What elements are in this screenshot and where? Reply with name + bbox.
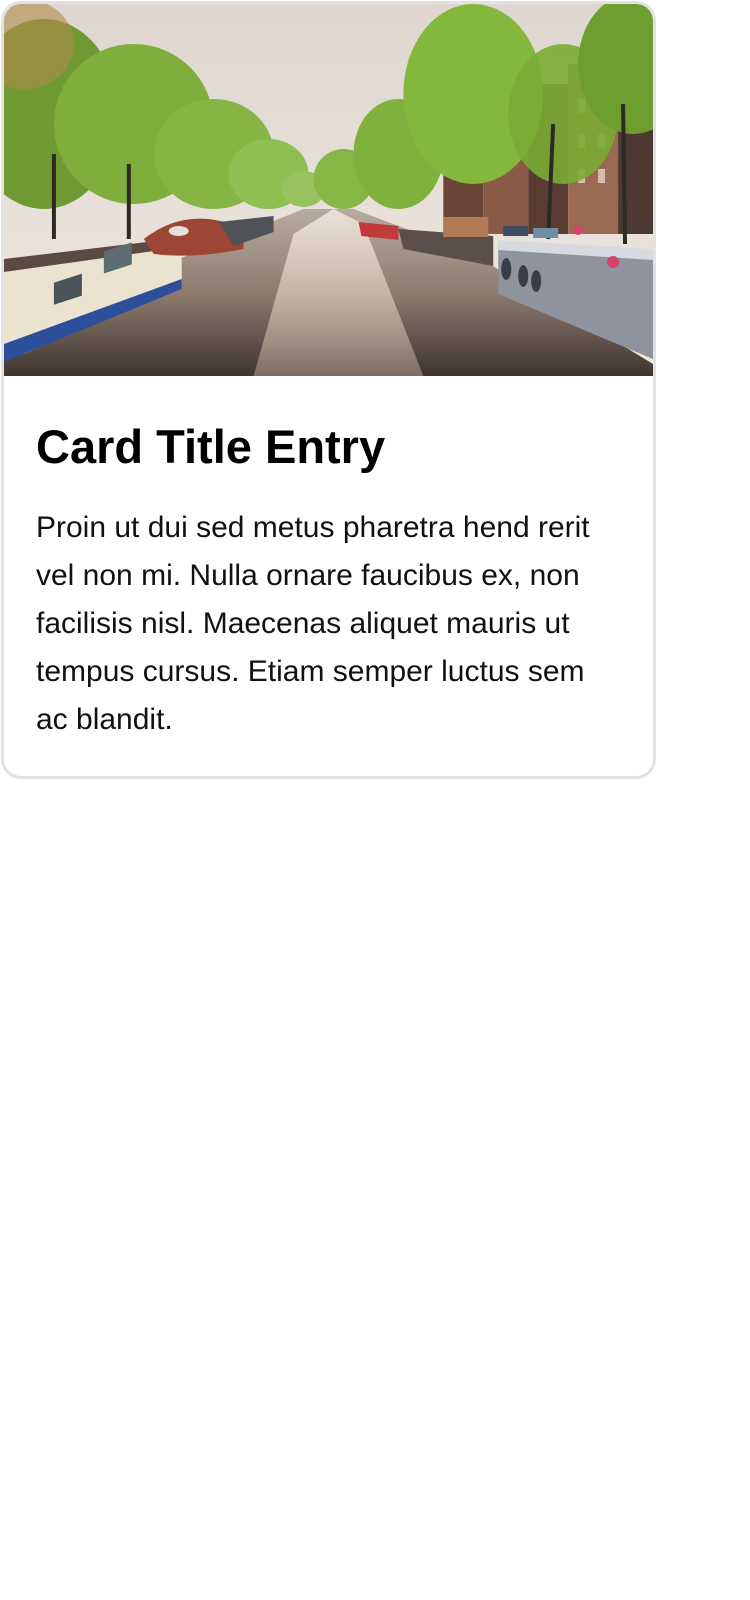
card: Card Title Entry Proin ut dui sed metus … <box>1 1 656 779</box>
card-title: Card Title Entry <box>36 420 386 473</box>
card-image <box>4 4 653 376</box>
card-body: Card Title Entry Proin ut dui sed metus … <box>4 376 653 744</box>
canal-photo-icon <box>4 4 653 376</box>
card-text: Proin ut dui sed metus pharetra hend rer… <box>36 511 590 736</box>
